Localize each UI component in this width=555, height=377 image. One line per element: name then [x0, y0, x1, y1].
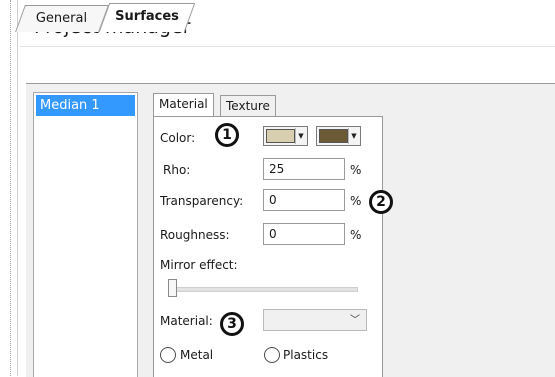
roughness-input[interactable]: 0 [263, 223, 345, 245]
color-swatch-2 [319, 129, 348, 143]
plastics-radio-label: Plastics [283, 348, 329, 362]
plastics-radio[interactable] [264, 347, 280, 363]
mirror-effect-slider-thumb[interactable] [168, 279, 177, 297]
callout-3: 3 [220, 312, 244, 336]
rho-unit: % [350, 163, 362, 177]
color-swatch-1 [266, 129, 295, 143]
color-picker-button-2[interactable]: ▼ [316, 126, 361, 146]
title-divider [20, 46, 555, 47]
list-item[interactable]: Median 1 [36, 95, 135, 116]
surface-list[interactable]: Median 1 [33, 92, 138, 377]
color-picker-button-1[interactable]: ▼ [263, 126, 308, 146]
transparency-input[interactable]: 0 [263, 189, 345, 211]
tab-general-label: General [36, 11, 88, 26]
transparency-label: Transparency: [160, 194, 244, 208]
material-label: Material: [160, 314, 213, 328]
color-label: Color: [160, 131, 196, 145]
chevron-down-icon: ﹀ [350, 315, 360, 326]
mirror-effect-label: Mirror effect: [160, 258, 238, 272]
rho-label: Rho: [163, 163, 191, 177]
splitter-dotted[interactable] [10, 0, 11, 376]
tab-material[interactable]: Material [153, 93, 214, 116]
roughness-unit: % [350, 228, 362, 242]
tab-surfaces-label: Surfaces [115, 9, 180, 24]
rho-input[interactable]: 25 [263, 158, 345, 180]
project-manager-window: Project manager General Surfaces Median … [0, 0, 555, 377]
callout-2: 2 [369, 190, 393, 214]
tab-surfaces[interactable]: Surfaces [98, 3, 196, 32]
transparency-unit: % [350, 194, 362, 208]
roughness-label: Roughness: [160, 228, 230, 242]
dropdown-arrow-icon: ▼ [348, 128, 359, 144]
material-select[interactable]: ﹀ [263, 309, 367, 331]
material-panel [153, 116, 383, 377]
splitter-line [17, 0, 18, 376]
callout-1: 1 [215, 123, 239, 147]
dropdown-arrow-icon: ▼ [295, 128, 306, 144]
metal-radio[interactable] [160, 347, 176, 363]
tab-general[interactable]: General [15, 5, 109, 32]
mirror-effect-slider-track[interactable] [170, 287, 358, 292]
tab-texture[interactable]: Texture [220, 95, 276, 116]
metal-radio-label: Metal [180, 348, 214, 362]
